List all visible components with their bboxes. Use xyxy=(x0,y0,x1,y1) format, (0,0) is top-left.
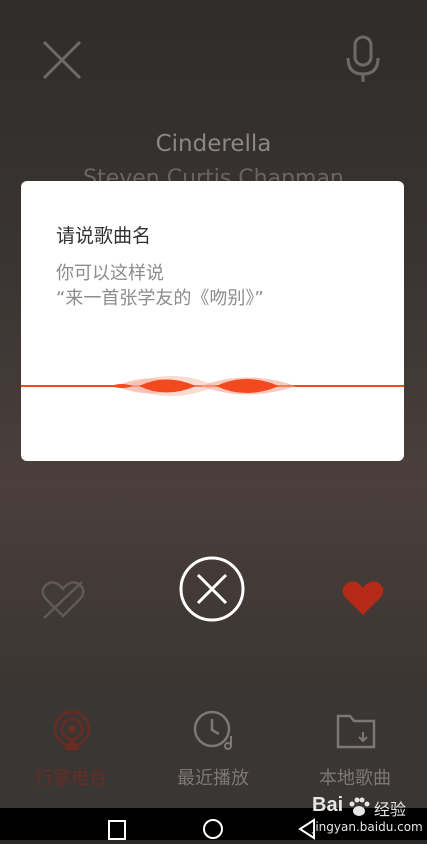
radio-icon xyxy=(53,710,91,750)
watermark-brand: Bai xyxy=(312,794,344,816)
hint-line-1: 你可以这样说 xyxy=(56,263,164,284)
voice-waveform xyxy=(21,361,404,411)
favorite-heart-icon[interactable] xyxy=(341,578,385,618)
voice-search-dialog: 请说歌曲名 你可以这样说 “来一首张学友的《吻别》” xyxy=(21,181,404,461)
dialog-title: 请说歌曲名 xyxy=(56,225,152,247)
close-icon[interactable] xyxy=(40,38,84,82)
tab-radio[interactable]: 行家电台 xyxy=(0,690,142,808)
tab-label: 行家电台 xyxy=(35,768,107,789)
tab-label: 本地歌曲 xyxy=(319,768,391,789)
cancel-voice-button[interactable] xyxy=(178,555,246,623)
clock-icon xyxy=(193,710,232,750)
dialog-hint: 你可以这样说 “来一首张学友的《吻别》” xyxy=(56,261,264,311)
baidu-jingyan-watermark: Bai 经验 jingyan.baidu.com xyxy=(308,792,427,840)
recent-apps-icon[interactable] xyxy=(108,818,126,844)
hint-line-2: “来一首张学友的《吻别》” xyxy=(56,288,264,309)
bottom-tab-bar: 行家电台 最近播放 本地歌曲 xyxy=(0,690,427,808)
paw-icon xyxy=(349,797,370,816)
microphone-icon[interactable] xyxy=(340,34,386,84)
tab-recent[interactable]: 最近播放 xyxy=(142,690,284,808)
dislike-heart-icon[interactable] xyxy=(40,578,86,620)
tab-label: 最近播放 xyxy=(177,768,249,789)
watermark-jingyan: 经验 xyxy=(374,800,407,819)
folder-icon xyxy=(336,714,376,749)
watermark-url: jingyan.baidu.com xyxy=(312,820,423,834)
tab-local-songs[interactable]: 本地歌曲 xyxy=(284,690,426,808)
home-icon[interactable] xyxy=(202,818,224,844)
song-title: Cinderella xyxy=(155,131,272,157)
